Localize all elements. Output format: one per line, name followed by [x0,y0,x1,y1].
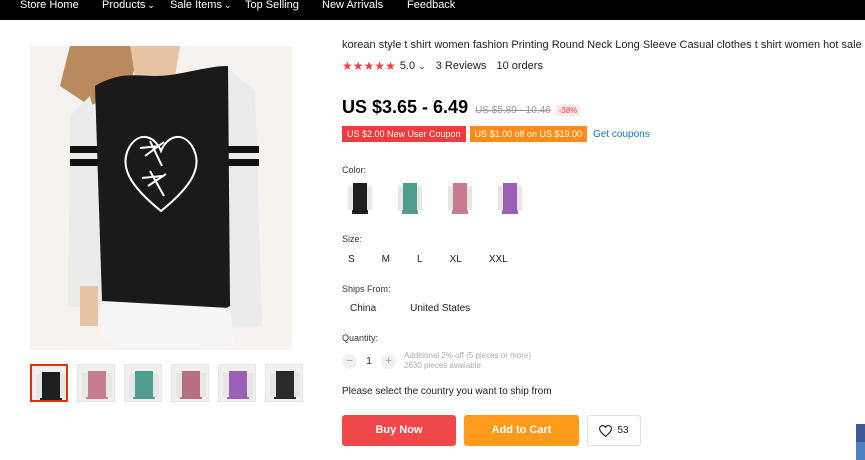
thumbnail-black-2[interactable] [265,364,303,402]
nav-feedback[interactable]: Feedback [407,0,456,11]
discount-badge: -38% [555,105,581,116]
size-option-xl[interactable]: XL [444,251,468,269]
thumbnail-purple[interactable] [218,364,256,402]
nav-label: Top Selling [245,0,299,11]
product-title: korean style t shirt women fashion Print… [342,39,862,51]
decrease-quantity-button[interactable]: − [342,353,357,369]
nav-label: Feedback [407,0,456,11]
shirt-thumb-icon [172,365,208,401]
price-row: US $3.65 - 6.49 US $5.89 - 10.46 -38% [342,97,581,118]
ship-option-china[interactable]: China [342,300,384,318]
color-option-pink[interactable] [442,180,478,216]
nav-label: New Arrivals [322,0,384,11]
size-option-s[interactable]: S [342,251,361,269]
twitter-icon[interactable] [856,442,865,460]
product-main-image[interactable] [30,46,292,350]
quantity-label: Quantity: [342,333,379,343]
ship-country-message: Please select the country you want to sh… [342,386,552,397]
wishlist-count: 53 [617,425,629,436]
coupon-row: US $2.00 New User Coupon US $1.00 off on… [342,126,650,142]
rating-value[interactable]: 5.0 ⌄ [400,60,426,72]
buy-now-button[interactable]: Buy Now [342,415,456,446]
nav-sale-items[interactable]: Sale Items ⌄ [170,0,232,11]
bulk-discount-note: Additional 2% off (5 pieces or more) [404,351,532,360]
shirt-thumb-icon [125,365,161,401]
shirt-swatch-icon [492,180,528,216]
orders-count: 10 orders [496,60,543,72]
quantity-stepper: − 1 + Additional 2% off (5 pieces or mor… [342,351,531,371]
size-option-xxl[interactable]: XXL [483,251,514,269]
stock-available: 2630 pieces available [404,361,481,370]
ships-from-label: Ships From: [342,284,391,294]
star-icon: ★ [363,59,375,73]
new-user-coupon[interactable]: US $2.00 New User Coupon [342,126,466,142]
nav-store-home[interactable]: Store Home [20,0,79,11]
shirt-thumb-icon [32,366,66,400]
chevron-down-icon: ⌄ [223,0,232,10]
chevron-down-icon: ⌄ [418,61,426,71]
reviews-link[interactable]: 3 Reviews [436,60,487,72]
shirt-thumb-icon [266,365,302,401]
price: US $3.65 - 6.49 [342,97,469,117]
shirt-swatch-icon [392,180,428,216]
quantity-input[interactable]: 1 [357,356,381,367]
thumbnail-green[interactable] [124,364,162,402]
side-share-bar [856,424,865,460]
shirt-swatch-icon [442,180,478,216]
star-rating: ★ ★ ★ ★ ★ [342,60,396,72]
add-to-cart-button[interactable]: Add to Cart [464,415,579,446]
size-label: Size: [342,234,363,244]
store-coupon[interactable]: US $1.00 off on US $19.00 [469,126,587,142]
chevron-down-icon: ⌄ [147,0,155,10]
star-icon: ★ [352,59,364,73]
ships-from-options: China United States [342,300,496,318]
star-icon: ★ [342,59,353,73]
color-option-green[interactable] [392,180,428,216]
color-option-purple[interactable] [492,180,528,216]
nav-products[interactable]: Products ⌄ [102,0,155,11]
thumbnail-pink-1[interactable] [77,364,115,402]
star-icon: ★ [385,59,396,73]
shirt-thumb-icon [78,365,114,401]
star-icon: ★ [374,59,386,73]
heart-icon [599,424,613,437]
nav-label: Products [102,0,146,11]
size-options: S M L XL XXL [342,251,529,269]
color-options [342,180,542,216]
facebook-icon[interactable] [856,424,865,442]
nav-label: Store Home [20,0,79,11]
thumbnail-strip [30,364,312,402]
nav-top-selling[interactable]: Top Selling [245,0,299,11]
shirt-thumb-icon [219,365,255,401]
size-option-m[interactable]: M [376,251,396,269]
increase-quantity-button[interactable]: + [381,353,396,369]
ship-option-united-states[interactable]: United States [402,300,478,318]
color-label: Color: [342,165,367,175]
thumbnail-pink-2[interactable] [171,364,209,402]
rating-row: ★ ★ ★ ★ ★ 5.0 ⌄ 3 Reviews 10 orders [342,60,543,72]
shirt-illustration [30,46,292,350]
rating-number: 5.0 [399,60,416,72]
size-option-l[interactable]: L [411,251,429,269]
get-coupons-link[interactable]: Get coupons [593,129,650,140]
thumbnail-black[interactable] [30,364,68,402]
nav-new-arrivals[interactable]: New Arrivals [322,0,384,11]
shirt-swatch-icon [342,180,378,216]
wishlist-button[interactable]: 53 [587,415,641,446]
quantity-note: Additional 2% off (5 pieces or more) 263… [404,351,531,371]
original-price: US $5.89 - 10.46 [475,105,551,116]
nav-label: Sale Items [170,0,222,11]
top-navigation: Store Home Products ⌄ Sale Items ⌄ Top Sel… [0,0,865,20]
color-option-black[interactable] [342,180,378,216]
